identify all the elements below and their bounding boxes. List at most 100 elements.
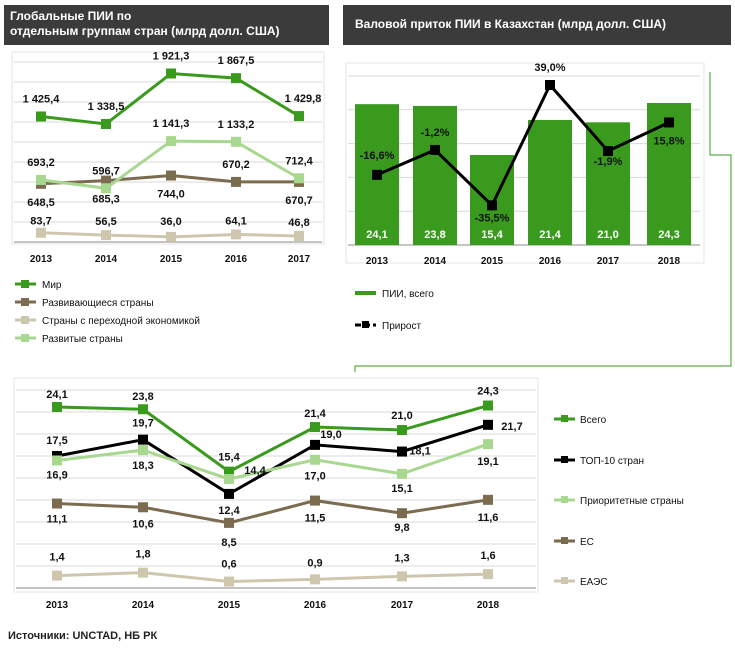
right-legend-label: ПИИ, всего <box>382 289 434 300</box>
left-series-2-point <box>294 230 304 241</box>
bottom-series-0-data-label: 23,8 <box>132 391 153 403</box>
right-chart-growth-label: -16,6% <box>360 150 395 162</box>
left-series-0-point <box>101 118 111 129</box>
bottom-series-1-point <box>224 488 234 499</box>
left-series-3-data-label: 1 133,2 <box>218 119 255 131</box>
left-series-1-data-label: 648,5 <box>27 197 55 209</box>
bottom-series-0-point <box>397 425 407 436</box>
left-series-1-point <box>231 176 241 187</box>
bottom-series-4-point <box>52 570 62 581</box>
bottom-series-1-data-label: 19,7 <box>132 418 153 430</box>
bottom-series-3-data-label: 8,5 <box>221 537 236 549</box>
bottom-legend-swatch-marker <box>561 496 568 503</box>
bottom-series-2-data-label: 19,1 <box>477 456 498 468</box>
bottom-legend-label: ТОП-10 стран <box>580 456 644 467</box>
right-chart-bar-value-label: 21,4 <box>539 229 561 241</box>
right-legend-swatch-marker <box>362 321 369 328</box>
left-series-3-point <box>231 136 241 147</box>
bottom-series-4-point <box>224 576 234 587</box>
bottom-legend-label: Всего <box>580 415 607 426</box>
left-series-2-point <box>166 231 176 242</box>
left-legend-label: Развивающиеся страны <box>42 298 154 309</box>
left-series-2-data-label: 83,7 <box>30 216 51 228</box>
bottom-series-4-data-label: 1,4 <box>49 552 65 564</box>
left-series-0-data-label: 1 429,8 <box>285 93 322 105</box>
bottom-series-0-point <box>138 404 148 415</box>
bottom-series-2-data-label: 14,4 <box>244 465 266 477</box>
left-legend-swatch-marker <box>21 280 29 288</box>
right-chart-growth-point <box>545 80 555 90</box>
left-legend-swatch-marker <box>21 334 29 342</box>
right-chart-x-tick-label: 2013 <box>366 256 389 267</box>
bottom-series-3-data-label: 10,6 <box>132 518 153 530</box>
right-chart-x-tick-label: 2015 <box>481 256 504 267</box>
bottom-series-0-data-label: 24,3 <box>477 386 498 398</box>
right-chart-bar <box>586 122 630 245</box>
bottom-series-0-point <box>52 402 62 412</box>
left-series-0-data-label: 1 338,5 <box>88 101 125 113</box>
left-series-1-data-label: 670,2 <box>222 159 250 171</box>
left-series-2-data-label: 46,8 <box>288 217 309 229</box>
left-series-1-point <box>166 170 176 181</box>
bottom-series-1-data-label: 17,5 <box>46 435 67 447</box>
bottom-series-4-point <box>138 567 148 578</box>
bottom-series-4-point <box>397 571 407 582</box>
charts-canvas: 2013 2014 2015 2016 2017 1 425,4 1 338,5 1 921,… <box>11 50 732 611</box>
bottom-series-3-data-label: 11,5 <box>305 513 326 525</box>
left-series-0-data-label: 1 867,5 <box>218 55 255 67</box>
bottom-series-2-point <box>138 445 148 456</box>
left-series-1-data-label: 670,7 <box>285 195 313 207</box>
bottom-series-4-point <box>483 569 493 580</box>
right-chart-x-tick-label: 2017 <box>597 256 620 267</box>
right-chart-growth-label: -1,2% <box>421 127 450 139</box>
left-legend-label: Страны с переходной экономикой <box>42 316 200 327</box>
bottom-series-4-data-label: 0,6 <box>221 559 236 571</box>
bottom-series-3-point <box>397 508 407 519</box>
left-series-2-point <box>101 230 111 241</box>
left-series-3-data-label: 1 141,3 <box>153 118 190 130</box>
left-series-0-data-label: 1 425,4 <box>23 93 61 105</box>
bottom-series-2-data-label: 17,0 <box>304 471 325 483</box>
left-chart-x-tick-label: 2016 <box>225 254 248 265</box>
bottom-legend-swatch-marker <box>561 415 568 422</box>
bottom-series-2-data-label: 15,1 <box>391 483 412 495</box>
source-note: Источники: UNCTAD, НБ РК <box>8 630 158 642</box>
bottom-series-1-point <box>483 419 493 430</box>
bottom-series-3-data-label: 11,6 <box>478 512 499 524</box>
bottom-series-3-point <box>224 517 234 528</box>
right-chart-x-tick-label: 2014 <box>424 256 447 267</box>
bottom-legend-label: Приоритетные страны <box>580 496 684 507</box>
left-series-2-data-label: 64,1 <box>225 215 246 227</box>
left-series-1-data-label: 744,0 <box>157 189 185 201</box>
bottom-series-2-data-label: 16,9 <box>46 469 67 481</box>
bottom-series-0-data-label: 21,0 <box>391 410 412 422</box>
bottom-series-0-point <box>310 422 320 433</box>
bottom-series-1-point <box>397 446 407 457</box>
left-legend-label: Развитые страны <box>42 334 123 345</box>
left-series-3-data-label: 712,4 <box>285 155 313 167</box>
left-series-3-data-label: 693,2 <box>27 157 55 169</box>
bottom-series-2-point <box>483 439 493 450</box>
right-chart-bar-value-label: 21,0 <box>597 229 618 241</box>
right-chart-bar-value-label: 15,4 <box>481 229 503 241</box>
bottom-series-3-data-label: 11,1 <box>47 514 68 526</box>
bottom-series-3-point <box>483 494 493 505</box>
left-chart-x-tick-label: 2017 <box>288 254 311 265</box>
bottom-chart-x-tick-label: 2013 <box>46 600 69 611</box>
right-chart-growth-label: 15,8% <box>653 135 684 147</box>
left-series-0-point <box>36 111 46 122</box>
bottom-legend-label: ЕАЭС <box>580 577 608 588</box>
right-chart-growth-point <box>603 146 613 157</box>
right-chart-growth-label: -1,9% <box>594 156 623 168</box>
left-series-0-data-label: 1 921,3 <box>153 50 190 62</box>
left-series-3-point <box>101 183 111 194</box>
right-chart-bar-value-label: 24,1 <box>366 229 387 241</box>
left-series-3-point <box>294 173 304 184</box>
bottom-series-2-point <box>52 455 62 466</box>
left-series-2-point <box>231 229 241 240</box>
bottom-chart-plot-area <box>13 377 539 593</box>
left-series-3-data-label: 596,7 <box>92 165 120 177</box>
left-series-1-data-label: 685,3 <box>92 194 120 206</box>
bottom-series-0-data-label: 21,4 <box>304 408 326 420</box>
bottom-series-1-point <box>310 439 320 450</box>
